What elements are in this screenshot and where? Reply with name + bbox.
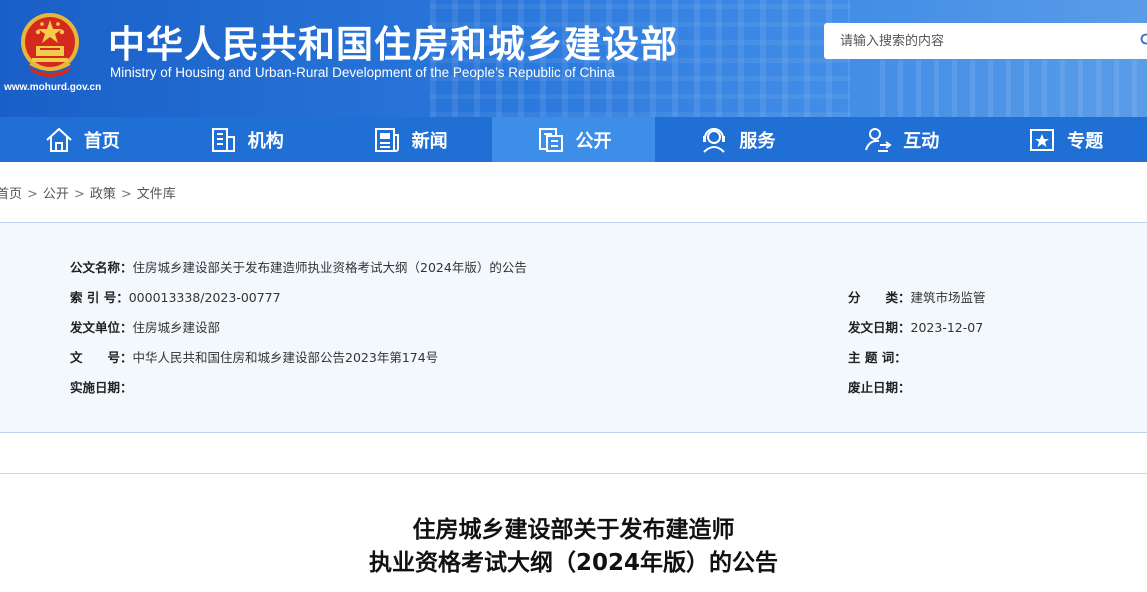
info-title-label: 公文名称： [70,260,133,275]
info-date-value: 2023-12-07 [910,320,984,335]
document-icon [538,127,563,152]
site-title[interactable]: 中华人民共和国住房和城乡建设部 [108,14,678,68]
nav-label-organization: 机构 [247,130,284,152]
info-docno-label: 文 号： [70,350,133,365]
info-issuer-row: 发文单位：住房城乡建设部 [70,317,220,336]
nav-label-public: 公开 [575,130,612,152]
nav-item-topic[interactable]: 专题 [983,117,1147,162]
nav-item-home[interactable]: 首页 [0,117,164,162]
info-title-row: 公文名称：住房城乡建设部关于发布建造师执业资格考试大纲（2024年版）的公告 [70,257,527,276]
breadcrumb-library[interactable]: 文件库 [137,187,176,202]
document-title: 住房城乡建设部关于发布建造师 执业资格考试大纲（2024年版）的公告 [0,514,1147,580]
breadcrumb: 首页 > 公开 > 政策 > 文件库 [0,183,176,202]
search-icon[interactable] [1140,33,1147,47]
service-icon [703,127,726,153]
search-box [824,23,1147,59]
home-icon [46,127,72,152]
breadcrumb-home[interactable]: 首页 [0,187,22,202]
nav-item-interaction[interactable]: 互动 [819,117,983,162]
nav-label-topic: 专题 [1067,130,1104,152]
breadcrumb-policy[interactable]: 政策 [90,187,116,202]
info-category-row: 分 类：建筑市场监管 [848,287,986,306]
info-expiry-row: 废止日期： [848,377,911,396]
interaction-icon [865,127,892,152]
info-index-value: 000013338/2023-00777 [128,290,281,305]
info-category-label: 分 类： [848,290,911,305]
info-issuer-label: 发文单位： [70,320,133,335]
breadcrumb-separator: > [27,187,38,202]
info-index-row: 索 引 号：000013338/2023-00777 [70,287,281,306]
document-info-panel: 公文名称：住房城乡建设部关于发布建造师执业资格考试大纲（2024年版）的公告 索… [0,222,1147,433]
info-date-row: 发文日期：2023-12-07 [848,317,983,336]
newspaper-icon [374,127,399,152]
info-date-label: 发文日期： [848,320,911,335]
info-title-value: 住房城乡建设部关于发布建造师执业资格考试大纲（2024年版）的公告 [132,260,527,275]
search-input[interactable] [824,23,1130,59]
site-subtitle: Ministry of Housing and Urban-Rural Deve… [110,65,615,80]
breadcrumb-separator: > [120,187,132,202]
info-effective-label: 实施日期： [70,380,133,395]
building-icon [211,127,235,152]
site-url[interactable]: www.mohurd.gov.cn [4,82,101,93]
nav-item-organization[interactable]: 机构 [164,117,328,162]
info-subject-row: 主 题 词： [848,347,907,366]
nav-label-home: 首页 [83,130,120,152]
info-expiry-label: 废止日期： [848,380,911,395]
info-index-label: 索 引 号： [70,290,129,305]
info-docno-value: 中华人民共和国住房和城乡建设部公告2023年第174号 [132,350,439,365]
document-title-line-1: 住房城乡建设部关于发布建造师 [412,517,735,543]
national-emblem-icon [21,13,79,77]
nav-label-interaction: 互动 [903,130,940,152]
content-divider [0,473,1147,474]
info-effective-row: 实施日期： [70,377,133,396]
nav-label-service: 服务 [739,130,776,152]
header-background-building-right [880,60,1147,117]
info-issuer-value: 住房城乡建设部 [132,320,221,335]
nav-item-news[interactable]: 新闻 [328,117,492,162]
site-header: www.mohurd.gov.cn 中华人民共和国住房和城乡建设部 Minist… [0,0,1147,117]
topic-icon [1030,128,1055,151]
document-title-line-2: 执业资格考试大纲（2024年版）的公告 [368,550,778,576]
main-nav: 首页 机构 新闻 公开 服务 互动 专题 [0,117,1147,162]
nav-item-public[interactable]: 公开 [491,117,656,162]
nav-label-news: 新闻 [411,130,448,152]
info-category-value: 建筑市场监管 [910,290,986,305]
breadcrumb-separator: > [73,187,85,202]
nav-item-service[interactable]: 服务 [655,117,819,162]
info-subject-label: 主 题 词： [848,350,907,365]
breadcrumb-public[interactable]: 公开 [43,187,69,202]
info-docno-row: 文 号：中华人民共和国住房和城乡建设部公告2023年第174号 [70,347,438,366]
